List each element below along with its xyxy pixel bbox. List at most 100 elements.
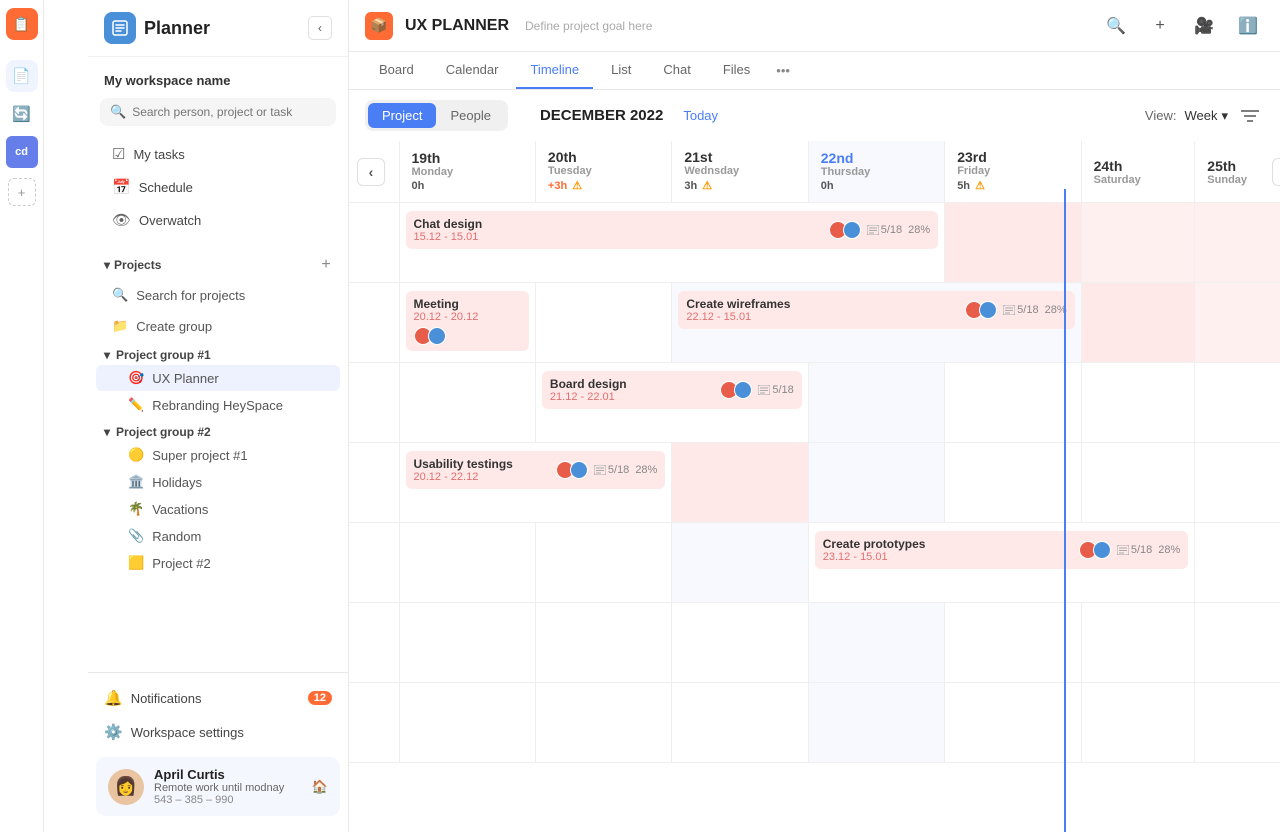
user-icon[interactable]: cd — [6, 136, 38, 168]
usability-task[interactable]: Usability testings 20.12 - 22.12 — [406, 451, 666, 489]
workspace-name: My workspace name — [88, 69, 348, 98]
schedule-label: Schedule — [139, 180, 193, 195]
planner-nav-icon[interactable]: 📄 — [6, 60, 38, 92]
projects-section-title: ▾ Projects — [104, 258, 161, 272]
overwatch-nav[interactable]: 👁 Overwatch — [96, 204, 340, 236]
filter-icon[interactable] — [1236, 102, 1264, 130]
view-mode-select[interactable]: Week ▾ — [1184, 108, 1228, 124]
schedule-icon: 📅 — [112, 178, 131, 196]
holidays-label: Holidays — [152, 475, 202, 490]
user-phone: 543 – 385 – 990 — [154, 794, 302, 806]
next-week-arrow[interactable]: › — [1272, 158, 1280, 186]
user-name: April Curtis — [154, 767, 302, 782]
super-project-item[interactable]: 🟡 Super project #1 — [96, 442, 340, 468]
day-col-19: 19th Monday 0h — [399, 141, 535, 203]
avatar: 👩 — [108, 769, 144, 805]
table-row: Meeting 20.12 - 20.12 — [349, 283, 1280, 363]
project2-item[interactable]: 🟨 Project #2 — [96, 550, 340, 576]
notifications-label: Notifications — [131, 691, 202, 706]
rebranding-icon: ✏️ — [128, 397, 144, 413]
day-col-24: 24th Saturday — [1081, 141, 1195, 203]
create-group-item[interactable]: 📁 Create group — [96, 311, 340, 341]
info-header-icon[interactable]: ℹ️ — [1232, 10, 1264, 42]
table-row: Usability testings 20.12 - 22.12 — [349, 443, 1280, 523]
notifications-item[interactable]: 🔔 Notifications 12 — [88, 681, 348, 715]
search-bar[interactable]: 🔍 — [100, 98, 336, 126]
collapse-icon[interactable]: ▾ — [104, 258, 110, 272]
tab-files[interactable]: Files — [709, 52, 764, 89]
my-tasks-nav[interactable]: ☑ My tasks — [96, 138, 340, 170]
notifications-badge: 12 — [308, 691, 332, 705]
group1-collapse-icon: ▾ — [104, 348, 110, 362]
prev-week-arrow[interactable]: ‹ — [357, 158, 385, 186]
project-icon: 📦 — [365, 12, 393, 40]
day-col-25: 25th Sunday › — [1195, 141, 1280, 203]
rebranding-label: Rebranding HeySpace — [152, 398, 283, 413]
holidays-project[interactable]: 🏛️ Holidays — [96, 469, 340, 495]
vacations-icon: 🌴 — [128, 501, 144, 517]
toggle-people[interactable]: People — [436, 103, 504, 128]
toggle-project[interactable]: Project — [368, 103, 436, 128]
tab-board[interactable]: Board — [365, 52, 428, 89]
sidebar: Planner ‹ My workspace name 🔍 ☑ My tasks… — [88, 0, 349, 832]
chat-design-date: 15.12 - 15.01 — [414, 231, 483, 243]
project2-label: Project #2 — [152, 556, 211, 571]
sidebar-header: Planner ‹ — [88, 0, 348, 57]
tab-list[interactable]: List — [597, 52, 645, 89]
project2-icon: 🟨 — [128, 555, 144, 571]
create-wireframes-task[interactable]: Create wireframes 22.12 - 15.01 — [678, 291, 1074, 329]
tab-more-icon[interactable]: ••• — [768, 53, 798, 88]
chat-design-name: Chat design — [414, 217, 483, 231]
search-input[interactable] — [132, 105, 326, 119]
create-prototypes-task[interactable]: Create prototypes 23.12 - 15.01 — [815, 531, 1189, 569]
super-project-label: Super project #1 — [152, 448, 247, 463]
today-button[interactable]: Today — [683, 108, 718, 123]
tab-calendar[interactable]: Calendar — [432, 52, 513, 89]
tab-chat[interactable]: Chat — [649, 52, 704, 89]
schedule-nav[interactable]: 📅 Schedule — [96, 171, 340, 203]
search-icon: 🔍 — [110, 104, 126, 120]
create-group-icon: 📁 — [112, 318, 128, 334]
overwatch-icon: 👁 — [112, 211, 131, 229]
task-percent: 28% — [908, 224, 930, 236]
table-row — [349, 603, 1280, 683]
chevron-down-icon: ▾ — [1221, 108, 1228, 124]
user-status: Remote work until modnay — [154, 782, 302, 794]
sidebar-logo-icon — [104, 12, 136, 44]
board-design-task[interactable]: Board design 21.12 - 22.01 5 — [542, 371, 802, 409]
add-workspace-icon[interactable]: + — [8, 178, 36, 206]
warning-icon: ⚠ — [572, 180, 582, 192]
search-header-icon[interactable]: 🔍 — [1100, 10, 1132, 42]
icon-bar: 📋 📄 🔄 cd + — [0, 0, 44, 832]
workspace-settings-item[interactable]: ⚙️ Workspace settings — [88, 715, 348, 749]
random-project[interactable]: 📎 Random — [96, 523, 340, 549]
project-group-2[interactable]: ▾ Project group #2 — [88, 419, 348, 441]
search-projects-item[interactable]: 🔍 Search for projects — [96, 280, 340, 310]
projects-section-header: ▾ Projects + — [88, 247, 348, 279]
vacations-project[interactable]: 🌴 Vacations — [96, 496, 340, 522]
project-title: UX PLANNER — [405, 17, 509, 35]
task-count: 5/18 — [867, 224, 902, 236]
super-project-icon: 🟡 — [128, 447, 144, 463]
refresh-icon[interactable]: 🔄 — [6, 98, 38, 130]
rebranding-project[interactable]: ✏️ Rebranding HeySpace — [96, 392, 340, 418]
back-arrow-icon[interactable]: ‹ — [308, 16, 332, 40]
video-header-icon[interactable]: 🎥 — [1188, 10, 1220, 42]
tab-timeline[interactable]: Timeline — [516, 52, 593, 89]
add-project-icon[interactable]: + — [316, 255, 336, 275]
day-col-20: 20th Tuesday +3h ⚠ — [535, 141, 671, 203]
chat-design-task[interactable]: Chat design 15.12 - 15.01 5/ — [406, 211, 939, 249]
random-label: Random — [152, 529, 201, 544]
group1-label: Project group #1 — [116, 348, 211, 362]
day-col-22: 22nd Thursday 0h — [808, 141, 944, 203]
table-row: Create prototypes 23.12 - 15.01 — [349, 523, 1280, 603]
add-header-icon[interactable]: + — [1144, 10, 1176, 42]
group2-label: Project group #2 — [116, 425, 211, 439]
main-area: 📦 UX PLANNER Define project goal here 🔍 … — [349, 0, 1280, 832]
my-tasks-label: My tasks — [133, 147, 184, 162]
ux-planner-project[interactable]: 🎯 UX Planner — [96, 365, 340, 391]
day-col-21: 21st Wednsday 3h ⚠ — [672, 141, 808, 203]
meeting-task[interactable]: Meeting 20.12 - 20.12 — [406, 291, 529, 351]
vacations-label: Vacations — [152, 502, 208, 517]
project-group-1[interactable]: ▾ Project group #1 — [88, 342, 348, 364]
